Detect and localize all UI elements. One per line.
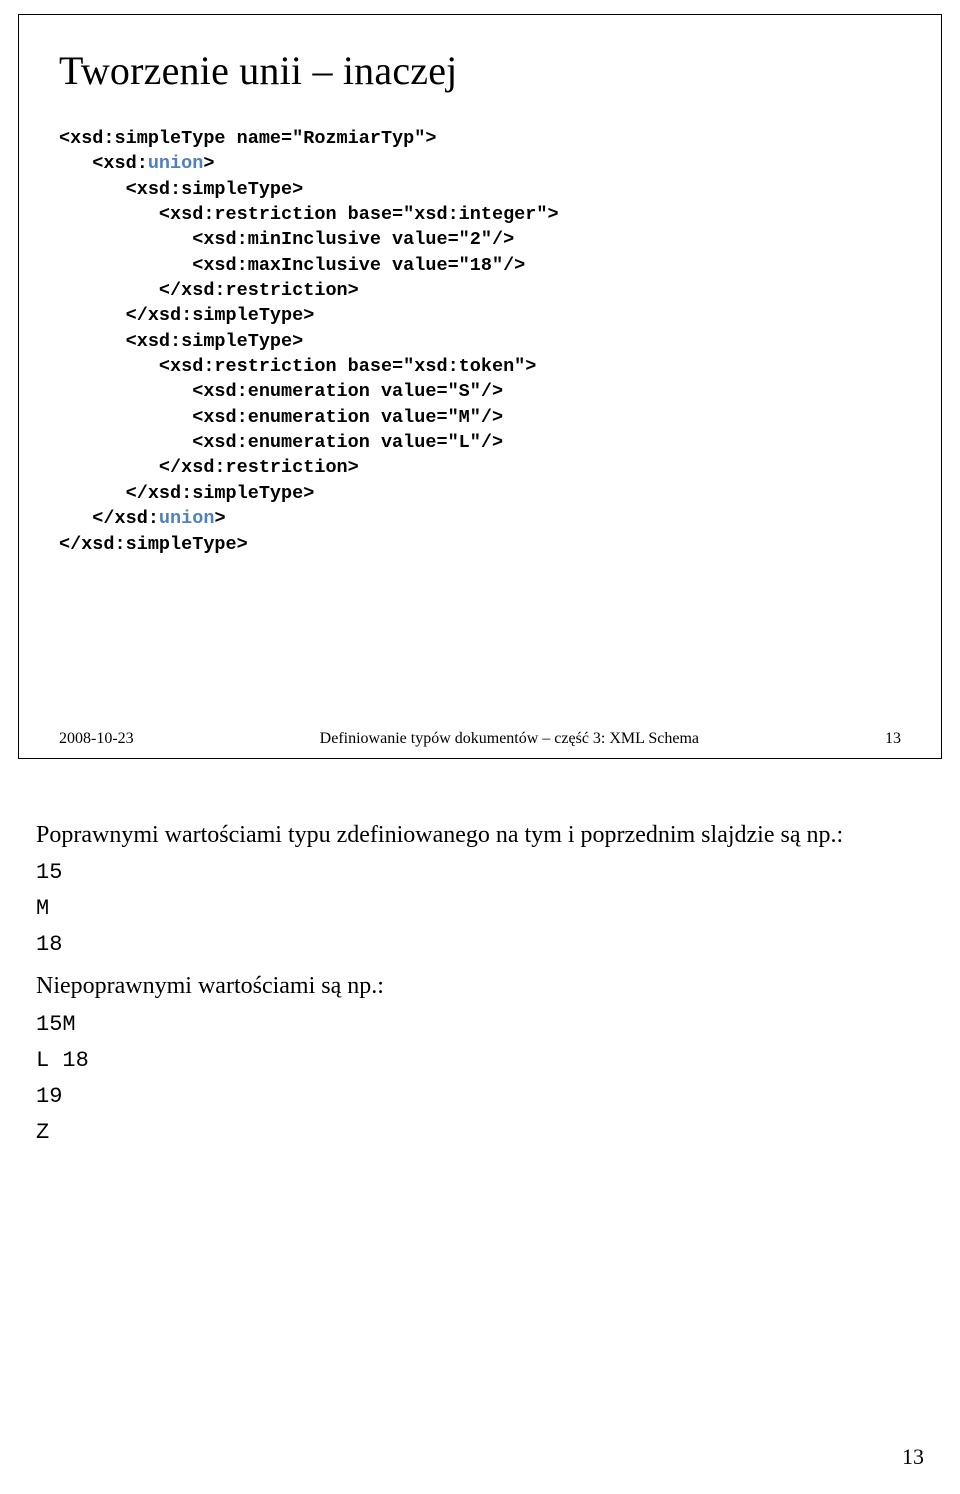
code-line: <xsd:simpleType> <box>59 331 303 352</box>
slide-title: Tworzenie unii – inaczej <box>59 47 935 94</box>
invalid-values-list: 15M L 18 19 Z <box>36 1008 924 1150</box>
notes-paragraph: Poprawnymi wartościami typu zdefiniowane… <box>36 819 924 852</box>
code-line: </xsd:restriction> <box>59 457 359 478</box>
code-line: <xsd:simpleType> <box>59 179 303 200</box>
list-item: 18 <box>36 928 924 962</box>
page: Tworzenie unii – inaczej <xsd:simpleType… <box>0 0 960 1494</box>
notes-section: Poprawnymi wartościami typu zdefiniowane… <box>18 819 942 1150</box>
footer-date: 2008-10-23 <box>59 730 134 748</box>
footer-title: Definiowanie typów dokumentów – część 3:… <box>320 730 699 748</box>
slide-footer: 2008-10-23 Definiowanie typów dokumentów… <box>59 730 901 748</box>
code-line: </xsd:restriction> <box>59 280 359 301</box>
code-block: <xsd:simpleType name="RozmiarTyp"> <xsd:… <box>59 126 935 557</box>
code-line-part: > <box>203 153 214 174</box>
code-line: </xsd:simpleType> <box>59 305 314 326</box>
list-item: 15M <box>36 1008 924 1042</box>
code-line: <xsd:simpleType name="RozmiarTyp"> <box>59 128 436 149</box>
code-line: </xsd:simpleType> <box>59 483 314 504</box>
code-line: <xsd:enumeration value="L"/> <box>59 432 503 453</box>
code-line: </xsd:simpleType> <box>59 534 248 555</box>
code-line: <xsd:restriction base="xsd:token"> <box>59 356 536 377</box>
list-item: M <box>36 892 924 926</box>
slide-box: Tworzenie unii – inaczej <xsd:simpleType… <box>18 14 942 759</box>
code-line: <xsd:maxInclusive value="18"/> <box>59 255 525 276</box>
list-item: L 18 <box>36 1044 924 1078</box>
code-line: <xsd:minInclusive value="2"/> <box>59 229 514 250</box>
list-item: 15 <box>36 856 924 890</box>
footer-page: 13 <box>885 730 901 748</box>
page-number: 13 <box>902 1444 924 1470</box>
code-line-part: > <box>214 508 225 529</box>
valid-values-list: 15 M 18 <box>36 856 924 962</box>
code-line-part: </xsd: <box>59 508 159 529</box>
list-item: Z <box>36 1116 924 1150</box>
code-line: <xsd:enumeration value="S"/> <box>59 381 503 402</box>
code-line: <xsd:enumeration value="M"/> <box>59 407 503 428</box>
list-item: 19 <box>36 1080 924 1114</box>
code-line-part: <xsd: <box>59 153 148 174</box>
notes-paragraph: Niepoprawnymi wartościami są np.: <box>36 970 924 1003</box>
code-line: <xsd:restriction base="xsd:integer"> <box>59 204 559 225</box>
keyword-union: union <box>159 508 215 529</box>
keyword-union: union <box>148 153 204 174</box>
